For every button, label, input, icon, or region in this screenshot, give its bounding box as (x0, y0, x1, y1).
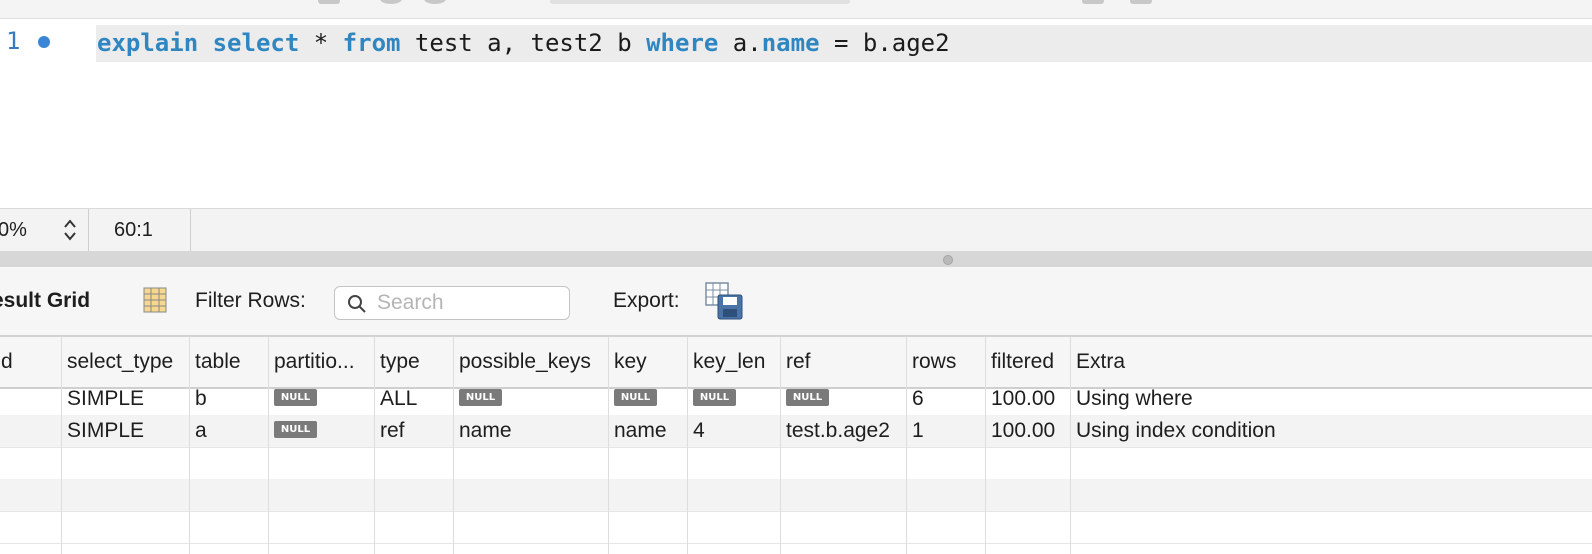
table-cell[interactable]: NULL (693, 383, 777, 415)
status-divider (190, 209, 191, 251)
sql-keyword: name (761, 29, 820, 57)
table-cell[interactable]: ALL (380, 383, 450, 415)
column-header[interactable]: type (380, 342, 450, 382)
empty-row[interactable] (0, 479, 1592, 512)
toolbar-field[interactable] (550, 0, 850, 4)
table-cell[interactable]: NULL (614, 383, 684, 415)
export-label: Export: (613, 289, 680, 312)
table-cell[interactable]: test.b.age2 (786, 415, 904, 447)
table-cell[interactable]: 100.00 (991, 383, 1067, 415)
null-badge: NULL (459, 388, 502, 406)
sql-editor[interactable]: 1 explain select * from test a, test2 b … (0, 19, 1592, 208)
column-divider[interactable] (687, 337, 688, 554)
toolbar-button-icon[interactable] (380, 0, 402, 4)
sql-text: * (299, 29, 343, 57)
sql-text: = b.age2 (819, 29, 950, 57)
null-badge: NULL (274, 420, 317, 438)
search-box[interactable] (334, 286, 570, 320)
export-icon[interactable] (704, 281, 744, 321)
table-cell[interactable]: Using index condition (1076, 415, 1570, 447)
column-header[interactable]: select_type (67, 342, 185, 382)
table-cell[interactable]: NULL (786, 383, 904, 415)
code-line[interactable]: explain select * from test a, test2 b wh… (97, 25, 950, 62)
null-badge: NULL (274, 388, 317, 406)
filter-rows-label: Filter Rows: (195, 289, 306, 312)
table-cell[interactable]: 100.00 (991, 415, 1067, 447)
table-cell[interactable]: Using where (1076, 383, 1570, 415)
toolbar-button-icon[interactable] (1130, 0, 1152, 4)
table-cell[interactable]: name (459, 415, 605, 447)
sql-text: test a, test2 b (400, 29, 647, 57)
status-divider (88, 209, 89, 251)
table-cell[interactable]: NULL (459, 383, 605, 415)
table-cell[interactable]: name (614, 415, 684, 447)
search-icon (348, 295, 366, 313)
column-divider[interactable] (268, 337, 269, 554)
sql-keyword: explain (97, 29, 199, 57)
stepper-icon[interactable] (62, 217, 78, 243)
column-header[interactable]: table (195, 342, 265, 382)
column-header[interactable]: possible_keys (459, 342, 605, 382)
column-header[interactable]: d (1, 342, 55, 382)
column-divider[interactable] (780, 337, 781, 554)
table-cell[interactable]: a (195, 415, 265, 447)
top-toolbar (0, 0, 1592, 19)
result-grid-tab[interactable]: esult Grid (0, 289, 90, 313)
search-input[interactable] (377, 289, 557, 317)
sql-keyword: select (212, 29, 300, 57)
splitter-handle-icon[interactable] (943, 255, 953, 265)
column-divider[interactable] (61, 337, 62, 554)
toolbar-button-icon[interactable] (424, 0, 446, 4)
null-badge: NULL (614, 388, 657, 406)
table-cell[interactable] (1, 415, 55, 447)
cursor-position: 60:1 (114, 219, 153, 241)
grid-header: d select_type table partitio... type possible… (0, 337, 1592, 389)
toolbar-button-icon[interactable] (1082, 0, 1104, 4)
empty-row[interactable] (0, 511, 1592, 544)
table-cell[interactable]: 1 (912, 415, 982, 447)
table-cell[interactable]: NULL (274, 383, 372, 415)
column-header[interactable]: partitio... (274, 342, 372, 382)
column-header[interactable]: key (614, 342, 684, 382)
breakpoint-dot-icon[interactable] (38, 36, 50, 48)
null-badge: NULL (693, 388, 736, 406)
line-number: 1 (6, 27, 21, 55)
table-cell[interactable]: 6 (912, 383, 982, 415)
sql-keyword: where (646, 29, 719, 57)
column-header[interactable]: ref (786, 342, 904, 382)
column-divider[interactable] (189, 337, 190, 554)
column-divider[interactable] (985, 337, 986, 554)
editor-status-bar: 0% 60:1 (0, 208, 1592, 252)
column-divider[interactable] (1070, 337, 1071, 554)
column-header[interactable]: key_len (693, 342, 777, 382)
result-grid[interactable]: d select_type table partitio... type possible… (0, 337, 1592, 554)
toolbar-button-icon[interactable] (318, 0, 340, 4)
sql-keyword: from (342, 29, 401, 57)
table-cell[interactable]: SIMPLE (67, 383, 185, 415)
sql-text: a. (718, 29, 762, 57)
table-cell[interactable]: NULL (274, 415, 372, 447)
column-divider[interactable] (906, 337, 907, 554)
table-cell[interactable] (1, 383, 55, 415)
table-cell[interactable]: 4 (693, 415, 777, 447)
table-cell[interactable]: ref (380, 415, 450, 447)
grid-view-icon[interactable] (142, 287, 168, 313)
table-cell[interactable]: b (195, 383, 265, 415)
panel-splitter[interactable] (0, 251, 1592, 267)
table-row[interactable]: SIMPLE b NULL ALL NULL NULL NULL NULL 6 100.00 Usi… (0, 383, 1592, 416)
column-header[interactable]: rows (912, 342, 982, 382)
table-cell[interactable]: SIMPLE (67, 415, 185, 447)
column-divider[interactable] (453, 337, 454, 554)
results-toolbar: esult Grid Filter Rows: Export: (0, 267, 1592, 337)
column-header[interactable]: filtered (991, 342, 1067, 382)
table-row[interactable]: SIMPLE a NULL ref name name 4 test.b.age2 1 100.0… (0, 415, 1592, 448)
column-divider[interactable] (608, 337, 609, 554)
zoom-level[interactable]: 0% (0, 219, 27, 242)
empty-row[interactable] (0, 447, 1592, 480)
column-header[interactable]: Extra (1076, 342, 1570, 382)
column-divider[interactable] (374, 337, 375, 554)
null-badge: NULL (786, 388, 829, 406)
